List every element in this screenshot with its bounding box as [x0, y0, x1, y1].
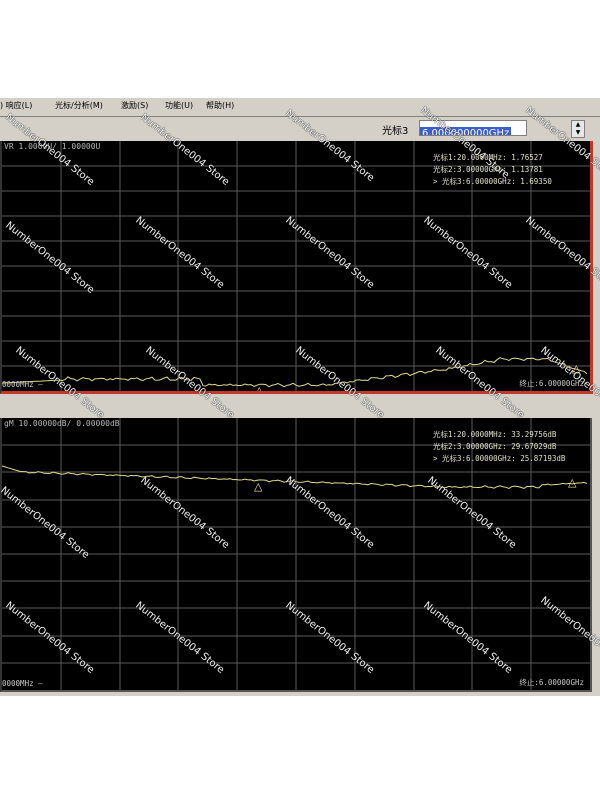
plot-separator	[0, 394, 600, 416]
marker-3-icon: △	[568, 476, 577, 489]
plot2-marker-3: > 光标3:6.00000GHz: 25.87193dB	[433, 454, 566, 463]
plot1-marker-readout: 光标1:20.0000MHz: 1.76527 光标2:3.00000GHz: …	[433, 152, 552, 188]
marker-2-icon: △	[255, 384, 264, 391]
plot2-marker-1: 光标1:20.0000MHz: 33.29756dB	[433, 430, 557, 439]
spin-up-icon[interactable]: ▲	[572, 121, 584, 129]
marker-2-icon: △	[254, 480, 263, 493]
toolbar: 光标3 6.000000000GHz ▲ ▼	[0, 117, 600, 139]
vswr-trace	[2, 357, 588, 388]
gain-trace	[2, 465, 588, 490]
menu-marker-analysis[interactable]: 光标/分析(M)	[55, 100, 103, 111]
plot1-marker-3: > 光标3:6.00000GHz: 1.69350	[433, 177, 552, 186]
plot1-start-frequency: 0000MHz —	[2, 380, 43, 389]
network-analyzer-window: ) 响应(L) 光标/分析(M) 激励(S) 功能(U) 帮助(H) 光标3 6…	[0, 98, 600, 696]
menu-help[interactable]: 帮助(H)	[206, 100, 234, 111]
spin-down-icon[interactable]: ▼	[572, 129, 584, 137]
plot2-stop-frequency: 终止:6.00000GHz	[519, 678, 584, 687]
plot1-stop-frequency: 终止:6.00000GHz	[519, 379, 584, 388]
gain-plot[interactable]: △ △ gM 10.00000dB/ 0.00000dB 光标1:20.0000M…	[0, 418, 592, 692]
plot2-marker-2: 光标2:3.00000GHz: 29.67029dB	[433, 442, 557, 451]
menu-response[interactable]: ) 响应(L)	[0, 100, 32, 111]
marker-select-label: 光标3	[382, 126, 409, 137]
vswr-plot[interactable]: △ △ VR 1.0000U/ 1.00000U 光标1:20.0000MHz: …	[0, 141, 593, 394]
plot1-marker-1: 光标1:20.0000MHz: 1.76527	[433, 153, 543, 162]
marker-frequency-input[interactable]: 6.000000000GHz	[419, 120, 527, 136]
plot2-start-frequency: 0000MHz —	[2, 679, 43, 688]
plot1-scale-header: VR 1.0000U/ 1.00000U	[4, 142, 101, 151]
marker-3-icon: △	[572, 362, 581, 375]
plot2-scale-header: gM 10.00000dB/ 0.00000dB	[4, 419, 120, 428]
menu-function[interactable]: 功能(U)	[165, 100, 193, 111]
menu-stimulus[interactable]: 激励(S)	[121, 100, 148, 111]
frequency-spin-control[interactable]: ▲ ▼	[571, 120, 585, 138]
plot1-marker-2: 光标2:3.00000GHz: 1.13781	[433, 165, 543, 174]
marker-frequency-value: 6.000000000GHz	[420, 127, 512, 135]
plot2-marker-readout: 光标1:20.0000MHz: 33.29756dB 光标2:3.00000GH…	[433, 429, 565, 465]
menu-bar: ) 响应(L) 光标/分析(M) 激励(S) 功能(U) 帮助(H)	[0, 98, 600, 117]
